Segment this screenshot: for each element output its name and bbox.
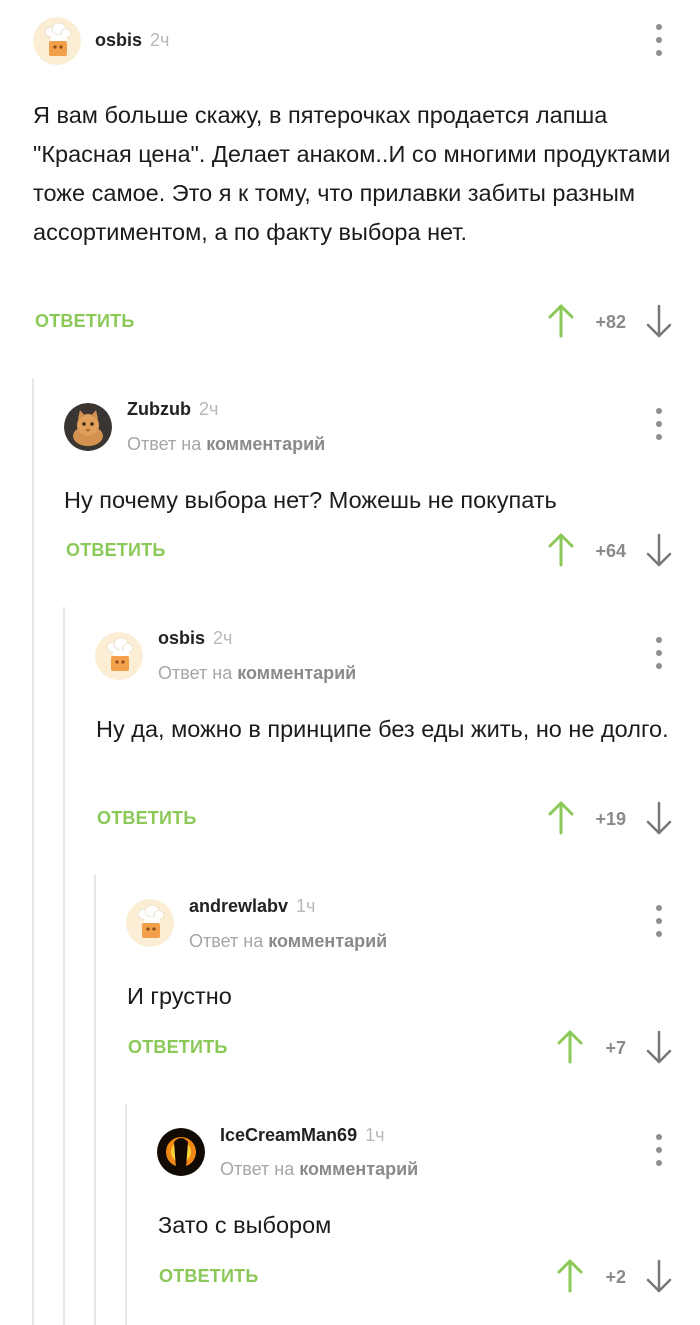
vote-score: +2 xyxy=(605,1267,626,1287)
more-vertical-icon xyxy=(656,1134,662,1140)
comment-body: Зато с выбором xyxy=(158,1212,332,1238)
comment-time: 1ч xyxy=(365,1125,385,1145)
author-name[interactable]: IceCreamMan69 1ч xyxy=(220,1125,384,1146)
comment-menu-button[interactable] xyxy=(649,1134,669,1166)
avatar[interactable] xyxy=(157,1128,205,1176)
reply-button[interactable]: ОТВЕТИТЬ xyxy=(159,1266,258,1287)
author-name-text[interactable]: IceCreamMan69 xyxy=(220,1125,357,1145)
comment: IceCreamMan69 1ч Ответ на комментарий Зат… xyxy=(0,0,700,1325)
reply-to-link[interactable]: Ответ на комментарий xyxy=(220,1159,418,1180)
dark-figure-avatar-icon xyxy=(157,1128,205,1176)
reply-to-target[interactable]: комментарий xyxy=(299,1159,418,1179)
reply-to-prefix: Ответ на xyxy=(220,1159,295,1179)
arrow-down-icon[interactable] xyxy=(645,1259,673,1293)
